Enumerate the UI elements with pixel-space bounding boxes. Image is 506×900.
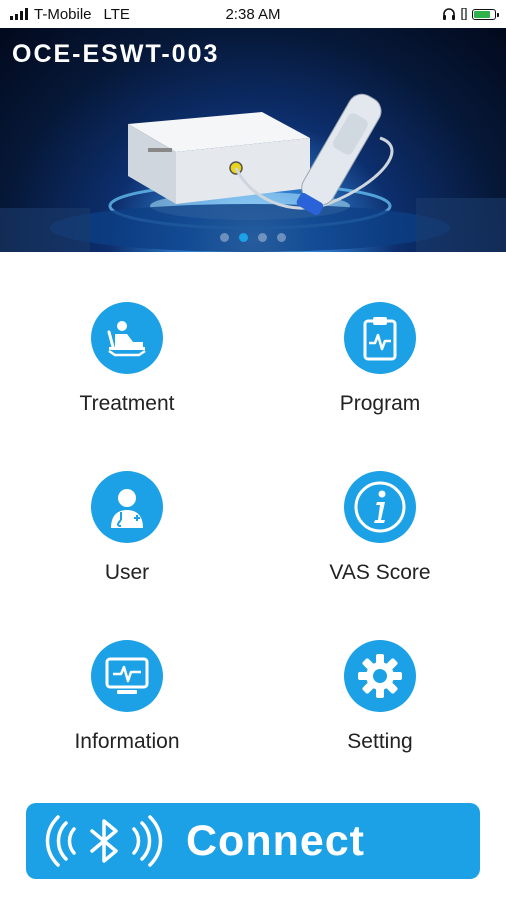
program-icon xyxy=(344,302,416,374)
info-icon xyxy=(344,471,416,543)
connect-label: Connect xyxy=(186,816,365,865)
carousel-dot[interactable] xyxy=(220,233,229,242)
vas-score-label: VAS Score xyxy=(329,561,431,584)
treatment-icon xyxy=(91,302,163,374)
information-button[interactable]: Information xyxy=(27,640,227,754)
doctor-icon xyxy=(91,471,163,543)
headphones-icon xyxy=(443,8,455,20)
network-label: LTE xyxy=(103,5,130,23)
carousel-dot[interactable] xyxy=(239,233,248,242)
battery-icon xyxy=(472,8,499,20)
user-button[interactable]: User xyxy=(27,471,227,585)
console-unit xyxy=(128,112,310,204)
program-label: Program xyxy=(339,392,421,415)
carousel-dots[interactable] xyxy=(0,233,506,242)
status-left: T-Mobile LTE xyxy=(10,6,130,23)
gear-icon xyxy=(344,640,416,712)
treatment-label: Treatment xyxy=(79,392,175,415)
information-label: Information xyxy=(74,730,180,753)
status-right xyxy=(442,8,499,20)
signal-strength-icon xyxy=(10,8,28,20)
user-label: User xyxy=(104,561,150,584)
setting-label: Setting xyxy=(347,730,413,753)
carrier-label: T-Mobile xyxy=(34,5,92,23)
status-bar: T-Mobile LTE 2:38 AM xyxy=(0,0,506,28)
vas-score-button[interactable]: VAS Score xyxy=(280,471,480,585)
device-title: OCE-ESWT-003 xyxy=(12,40,220,68)
treatment-button[interactable]: Treatment xyxy=(27,302,227,416)
carousel-dot[interactable] xyxy=(277,233,286,242)
connect-button[interactable]: Connect xyxy=(26,803,480,879)
monitor-icon xyxy=(91,640,163,712)
carousel-dot[interactable] xyxy=(258,233,267,242)
setting-button[interactable]: Setting xyxy=(280,640,480,754)
bluetooth-icon xyxy=(45,815,163,867)
orientation-lock-icon xyxy=(461,8,467,20)
device-banner[interactable]: OCE-ESWT-003 xyxy=(0,28,506,252)
program-button[interactable]: Program xyxy=(280,302,480,416)
